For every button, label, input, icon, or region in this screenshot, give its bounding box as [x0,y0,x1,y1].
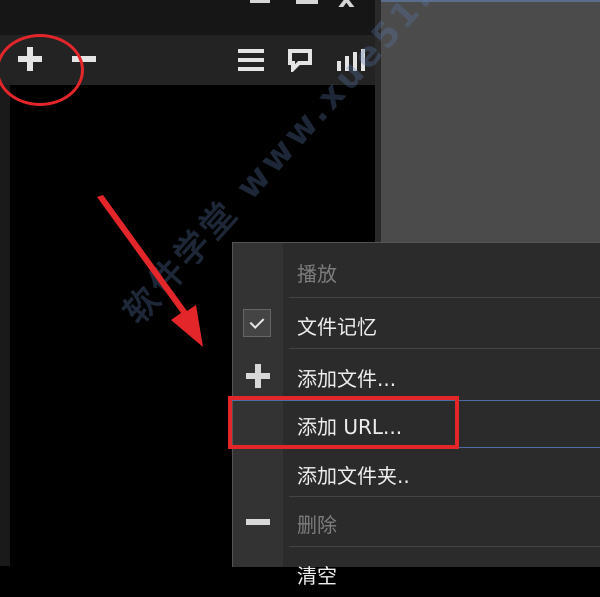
panel-edge [0,85,10,566]
minimize-icon[interactable] [250,0,272,12]
menu-item-delete[interactable]: 删除 [233,498,600,546]
minus-icon [246,519,270,525]
menu-item-add-file[interactable]: 添加文件... [233,352,600,400]
menu-separator [289,496,600,497]
plus-icon [246,364,270,388]
menu-item-play[interactable]: 播放 [233,247,600,295]
menu-separator [289,297,600,298]
annotation-highlight-box [228,396,459,449]
menu-item-label: 删除 [297,513,337,537]
annotation-circle [0,34,84,106]
menu-item-add-folder[interactable]: 添加文件夹.. [233,449,600,497]
player-title-bar: x [0,0,377,35]
menu-separator [289,546,600,547]
menu-item-label: 添加文件... [297,367,397,391]
checkbox-checked-icon[interactable] [243,309,271,337]
menu-item-label: 清空 [297,564,337,588]
chat-icon[interactable] [287,48,313,72]
menu-item-file-memory[interactable]: 文件记忆 [233,300,600,348]
menu-item-label: 文件记忆 [297,315,377,339]
menu-item-label: 播放 [297,262,337,286]
list-icon[interactable] [238,49,264,71]
annotation-arrow [97,195,203,347]
menu-item-label: 添加文件夹.. [297,464,410,488]
menu-separator [289,348,600,349]
menu-item-clear[interactable]: 清空 [233,549,600,597]
maximize-icon[interactable] [295,0,318,12]
close-icon[interactable]: x [338,0,360,12]
